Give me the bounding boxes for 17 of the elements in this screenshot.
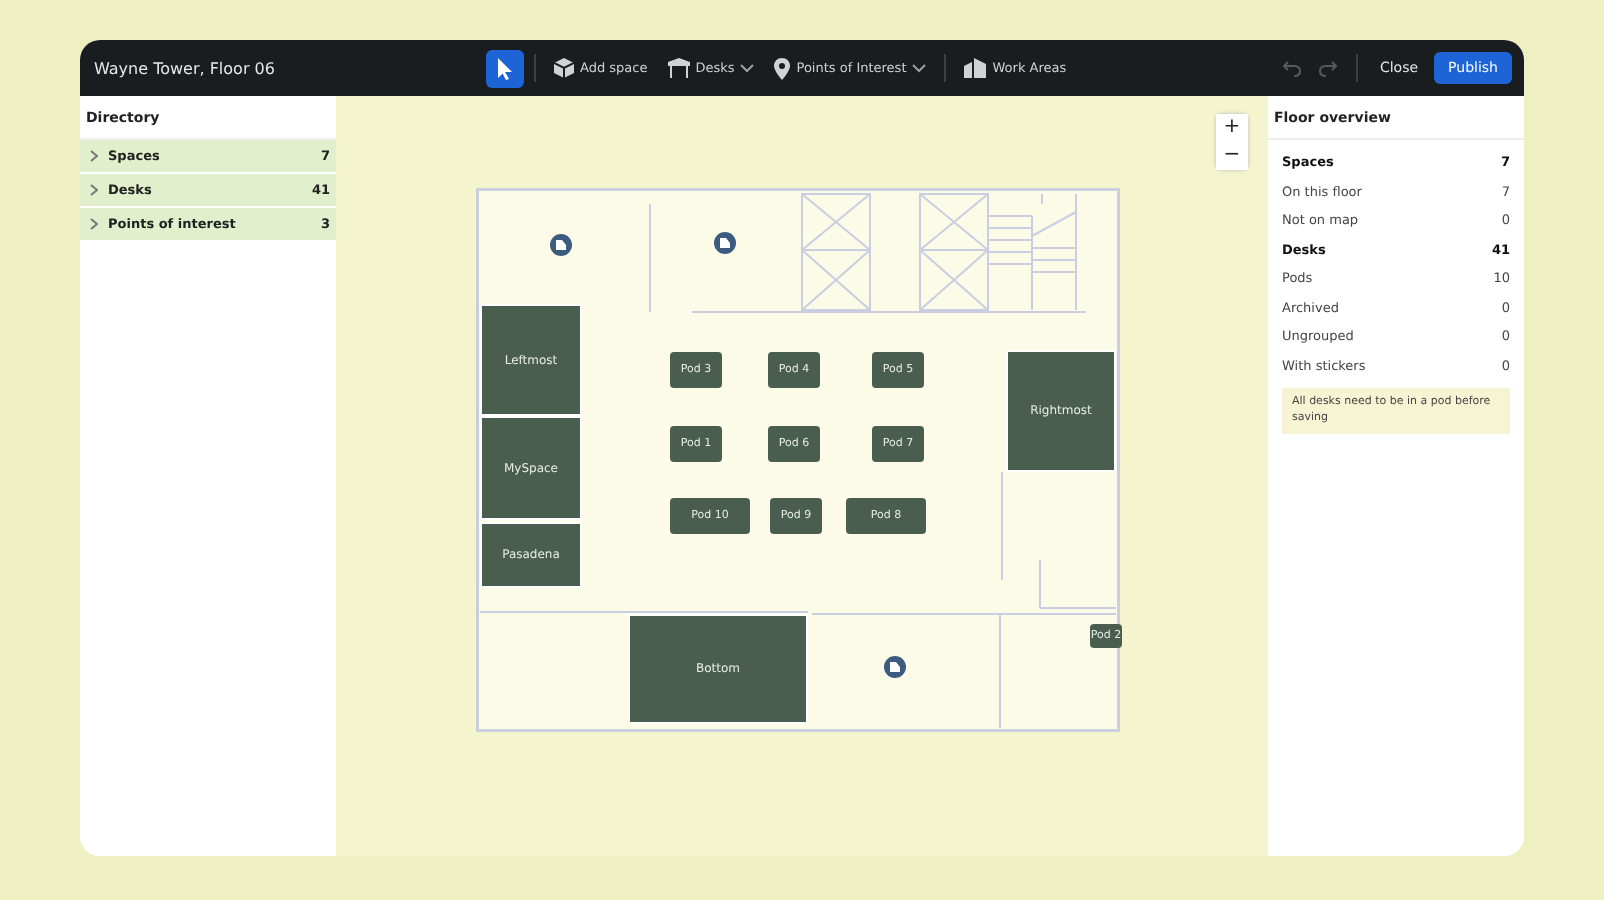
chevron-right-icon [90, 184, 98, 196]
buildings-icon [964, 58, 987, 78]
select-tool-button[interactable] [486, 49, 524, 87]
redo-icon [1317, 57, 1338, 77]
zoom-out-button[interactable]: − [1216, 142, 1248, 170]
chevron-right-icon [90, 218, 98, 230]
point-of-interest-icon[interactable] [550, 234, 572, 256]
cursor-icon [496, 57, 514, 79]
point-of-interest-icon[interactable] [884, 656, 906, 678]
cube-icon [554, 58, 574, 78]
window-title: Wayne Tower, Floor 06 [94, 59, 277, 77]
pin-icon [774, 57, 791, 79]
point-of-interest-icon[interactable] [714, 232, 736, 254]
desk-icon [667, 58, 690, 78]
undo-icon [1281, 57, 1302, 77]
chevron-right-icon [90, 150, 98, 162]
zoom-in-button[interactable]: + [1216, 114, 1248, 142]
